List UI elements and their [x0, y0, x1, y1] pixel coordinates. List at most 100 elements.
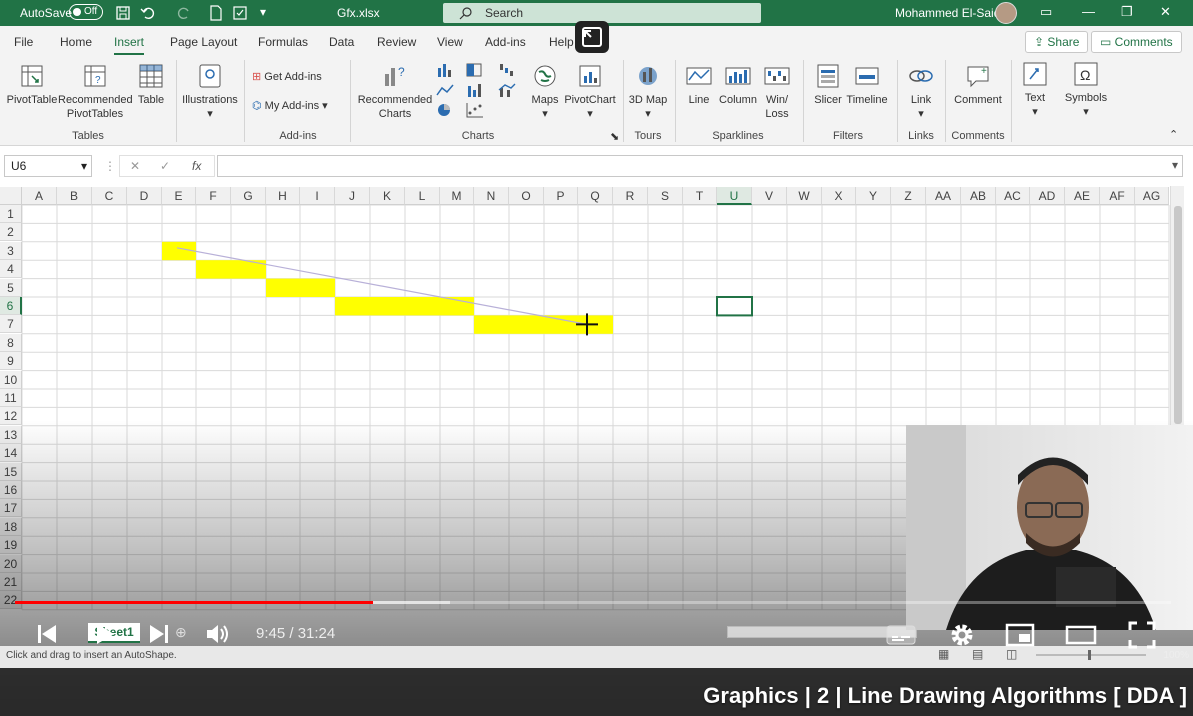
column-header[interactable]: O	[509, 187, 544, 205]
row-header[interactable]: 1	[0, 205, 22, 223]
my-add-ins-button[interactable]: ⌬ My Add-ins ▾	[252, 99, 342, 113]
undo-icon[interactable]	[140, 5, 156, 21]
sparkline-column-button[interactable]: Column	[716, 62, 760, 107]
link-button[interactable]: Link ▾	[903, 62, 939, 121]
column-header[interactable]: V	[752, 187, 787, 205]
row-header[interactable]: 10	[0, 370, 22, 389]
illustrations-button[interactable]: Illustrations ▾	[180, 62, 240, 121]
form-icon[interactable]	[232, 5, 248, 21]
restore-icon[interactable]: ❐	[1121, 4, 1133, 20]
column-header[interactable]: Q	[578, 187, 613, 205]
search-box[interactable]: Search	[443, 3, 761, 23]
play-icon[interactable]	[92, 621, 118, 650]
line-chart-icon[interactable]	[436, 82, 454, 98]
tab-review[interactable]: Review	[377, 35, 416, 49]
column-header[interactable]: H	[266, 187, 300, 205]
column-header[interactable]: B	[57, 187, 92, 205]
add-sheet-icon[interactable]: ⊕	[175, 624, 187, 641]
statistic-chart-icon[interactable]	[466, 82, 484, 98]
sparkline-winloss-button[interactable]: Win/ Loss	[761, 62, 793, 121]
tab-add-ins[interactable]: Add-ins	[485, 35, 526, 49]
sparkline-line-button[interactable]: Line	[683, 62, 715, 107]
share-button[interactable]: ⇪ Share	[1025, 31, 1089, 53]
exit-miniplayer-icon[interactable]	[575, 21, 609, 53]
column-header[interactable]: J	[335, 187, 370, 205]
column-header[interactable]: M	[440, 187, 474, 205]
row-header[interactable]: 5	[0, 278, 22, 297]
select-all-corner[interactable]	[0, 187, 22, 205]
tab-help[interactable]: Help	[549, 35, 574, 49]
column-header[interactable]: AE	[1065, 187, 1100, 205]
redo-icon[interactable]	[176, 5, 192, 21]
3d-map-button[interactable]: 3D Map ▾	[628, 62, 668, 121]
timeline-button[interactable]: Timeline	[845, 62, 889, 107]
hierarchy-chart-icon[interactable]	[466, 62, 484, 78]
row-header[interactable]: 3	[0, 241, 22, 260]
tab-insert[interactable]: Insert	[114, 35, 145, 55]
column-header[interactable]: P	[544, 187, 578, 205]
pivottable-button[interactable]: PivotTable	[6, 62, 58, 107]
progress-played[interactable]	[15, 601, 373, 604]
row-header[interactable]: 8	[0, 333, 22, 352]
column-header[interactable]: G	[231, 187, 266, 205]
scatter-chart-icon[interactable]	[466, 102, 484, 118]
maps-button[interactable]: Maps ▾	[528, 62, 562, 121]
get-add-ins-button[interactable]: ⊞ Get Add-ins	[252, 70, 330, 84]
row-header[interactable]: 11	[0, 389, 22, 407]
column-header[interactable]: S	[648, 187, 683, 205]
row-header[interactable]: 4	[0, 260, 22, 279]
tab-home[interactable]: Home	[60, 35, 92, 49]
tab-file[interactable]: File	[14, 35, 33, 49]
comment-button[interactable]: + Comment	[952, 62, 1004, 107]
slicer-button[interactable]: Slicer	[811, 62, 845, 107]
column-header[interactable]: AC	[996, 187, 1030, 205]
formula-input[interactable]: ▾	[217, 155, 1183, 177]
enter-icon[interactable]: ✓	[160, 159, 170, 173]
drag-handle-icon[interactable]: ⋮	[104, 159, 116, 173]
row-header[interactable]: 2	[0, 223, 22, 242]
row-header[interactable]: 7	[0, 315, 22, 334]
text-button[interactable]: Text ▾	[1018, 60, 1052, 119]
file-name[interactable]: Gfx.xlsx	[337, 6, 380, 20]
column-header[interactable]: L	[405, 187, 440, 205]
zoom-slider[interactable]	[1036, 650, 1146, 660]
column-chart-icon[interactable]	[436, 62, 454, 78]
previous-icon[interactable]	[34, 621, 60, 650]
volume-icon[interactable]	[204, 621, 232, 650]
name-box[interactable]: U6 ▾	[4, 155, 92, 177]
column-header[interactable]: AB	[961, 187, 996, 205]
settings-gear-icon[interactable]	[948, 621, 976, 652]
column-header[interactable]: T	[683, 187, 717, 205]
autosave-toggle[interactable]: Off	[69, 4, 103, 20]
combo-chart-icon[interactable]	[498, 82, 516, 98]
column-header[interactable]: Z	[891, 187, 926, 205]
tab-data[interactable]: Data	[329, 35, 354, 49]
column-header[interactable]: R	[613, 187, 648, 205]
next-icon[interactable]	[146, 621, 172, 650]
user-name[interactable]: Mohammed El-Said	[895, 6, 1000, 20]
column-header[interactable]: N	[474, 187, 509, 205]
collapse-ribbon-icon[interactable]: ⌃	[1169, 128, 1178, 142]
recommended-pivottables-button[interactable]: ? Recommended PivotTables	[58, 62, 133, 121]
cancel-icon[interactable]: ✕	[130, 159, 140, 173]
row-header[interactable]: 6	[0, 297, 22, 315]
column-header[interactable]: AF	[1100, 187, 1135, 205]
column-header[interactable]: E	[162, 187, 196, 205]
column-header[interactable]: D	[127, 187, 162, 205]
new-file-icon[interactable]	[208, 5, 224, 21]
fullscreen-icon[interactable]	[1127, 620, 1157, 653]
symbols-button[interactable]: Ω Symbols ▾	[1062, 60, 1110, 119]
column-header[interactable]: A	[22, 187, 57, 205]
dialog-launcher-icon[interactable]: ⬊	[610, 130, 619, 144]
column-header[interactable]: AA	[926, 187, 961, 205]
column-header[interactable]: AD	[1030, 187, 1065, 205]
column-header[interactable]: F	[196, 187, 231, 205]
column-header[interactable]: C	[92, 187, 127, 205]
tab-formulas[interactable]: Formulas	[258, 35, 308, 49]
save-icon[interactable]	[115, 5, 131, 21]
pivotchart-button[interactable]: PivotChart ▾	[563, 62, 617, 121]
column-header[interactable]: AG	[1135, 187, 1169, 205]
close-icon[interactable]: ✕	[1160, 4, 1171, 20]
customize-qat-icon[interactable]: ▾	[260, 5, 276, 21]
column-header[interactable]: W	[787, 187, 822, 205]
